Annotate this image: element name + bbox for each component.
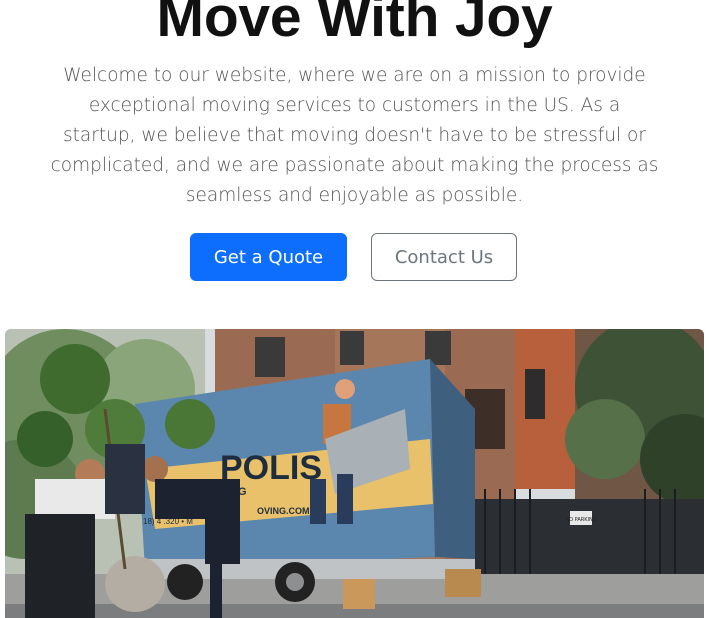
hero-section: Move With Joy Welcome to our website, wh… [0, 0, 709, 618]
hero-lead-text: Welcome to our website, where we are on … [50, 65, 659, 206]
hero-moving-photo: NO PARKING POLIS ING 18) 4 .320 • M OVIN… [5, 329, 704, 618]
get-a-quote-button[interactable]: Get a Quote [190, 233, 347, 281]
no-parking-sign-text: NO PARKING [565, 517, 596, 523]
truck-web-text: OVING.COM [257, 506, 310, 516]
contact-us-button[interactable]: Contact Us [371, 233, 517, 281]
page-title: Move With Joy [156, 0, 553, 49]
